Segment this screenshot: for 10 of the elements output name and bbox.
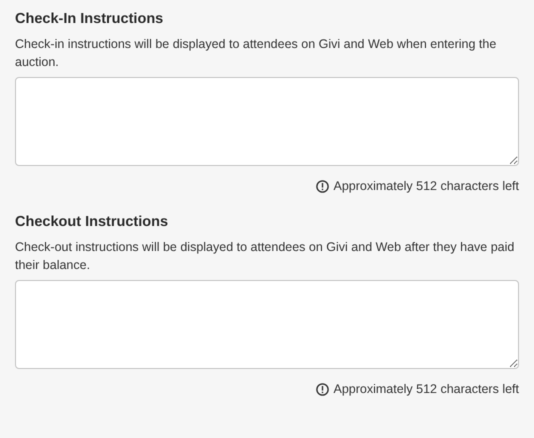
- section-description: Check-in instructions will be displayed to attendees on Givi and Web when entering the auction.: [15, 36, 498, 71]
- section-title: Checkout Instructions: [15, 214, 170, 230]
- character-counter: Approximately 512 characters left: [333, 179, 519, 193]
- info-icon: [316, 382, 330, 396]
- section-title: Check-In Instructions: [15, 11, 164, 27]
- instructions-field[interactable]: [15, 280, 519, 369]
- section-description: Check-out instructions will be displayed to attendees on Givi and Web after they have paid their balance.: [15, 239, 516, 274]
- character-counter: Approximately 512 characters left: [333, 382, 519, 396]
- instructions-field[interactable]: [15, 77, 519, 166]
- info-icon: [316, 180, 330, 192]
